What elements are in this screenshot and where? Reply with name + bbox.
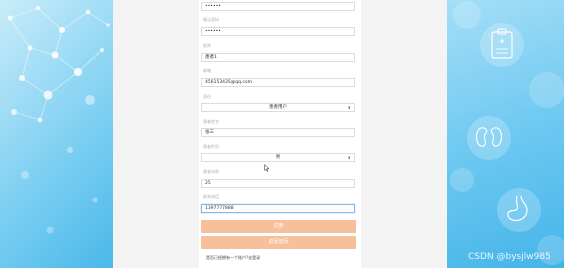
- select-arrow-icon: ⬍: [347, 155, 351, 160]
- confirm-password-value: ••••••: [205, 29, 221, 34]
- nickname-field[interactable]: 患者1: [201, 53, 355, 62]
- mouse-cursor-icon: [264, 164, 270, 172]
- patient-gender-label: 患者性别: [203, 144, 219, 149]
- patient-name-label: 患者姓名: [203, 119, 219, 124]
- left-gutter: [113, 0, 199, 268]
- back-home-button[interactable]: 返回首页: [201, 236, 356, 249]
- phone-field[interactable]: 1397777888: [201, 204, 355, 213]
- role-selected-value: 患者用户: [269, 105, 287, 110]
- register-form: •••••• 确认密码 •••••• 昵称 患者1 邮箱 456153435@q…: [199, 0, 361, 268]
- email-field[interactable]: 456153435@qq.com: [201, 78, 355, 87]
- nickname-label: 昵称: [203, 43, 211, 48]
- gender-select[interactable]: 男 ⬍: [201, 153, 355, 162]
- patient-age-value: 25: [205, 181, 211, 186]
- phone-value: 1397777888: [205, 206, 234, 211]
- register-button[interactable]: 注册: [201, 220, 356, 233]
- select-arrow-icon: ⬍: [347, 105, 351, 110]
- nickname-value: 患者1: [205, 55, 217, 60]
- patient-age-field[interactable]: 25: [201, 179, 355, 188]
- patient-name-value: 张三: [205, 130, 214, 135]
- right-gutter: [361, 0, 447, 268]
- role-select[interactable]: 患者用户 ⬍: [201, 103, 355, 112]
- confirm-password-label: 确认密码: [203, 17, 219, 22]
- gender-selected-value: 男: [275, 155, 281, 160]
- password-value: ••••••: [205, 4, 221, 9]
- patient-name-field[interactable]: 张三: [201, 128, 355, 137]
- phone-label: 联系电话: [203, 194, 219, 199]
- molecule-network-icon: [7, 6, 110, 234]
- medical-icons-group: [450, 1, 564, 265]
- password-field[interactable]: ••••••: [201, 2, 355, 11]
- medical-clipboard-icon: [480, 23, 524, 67]
- email-value: 456153435@qq.com: [205, 80, 253, 85]
- watermark-text: CSDN @bysjlw985: [468, 252, 551, 262]
- login-link[interactable]: 是否已经拥有一个账户?去登录: [206, 255, 260, 261]
- left-decoration-panel: [0, 0, 113, 268]
- stomach-icon: [497, 188, 541, 232]
- patient-age-label: 患者年龄: [203, 169, 219, 174]
- confirm-password-field[interactable]: ••••••: [201, 27, 355, 36]
- kidney-icon: [467, 116, 511, 160]
- role-label: 身份: [203, 94, 211, 99]
- right-decoration-panel: [447, 0, 564, 268]
- email-label: 邮箱: [203, 68, 211, 73]
